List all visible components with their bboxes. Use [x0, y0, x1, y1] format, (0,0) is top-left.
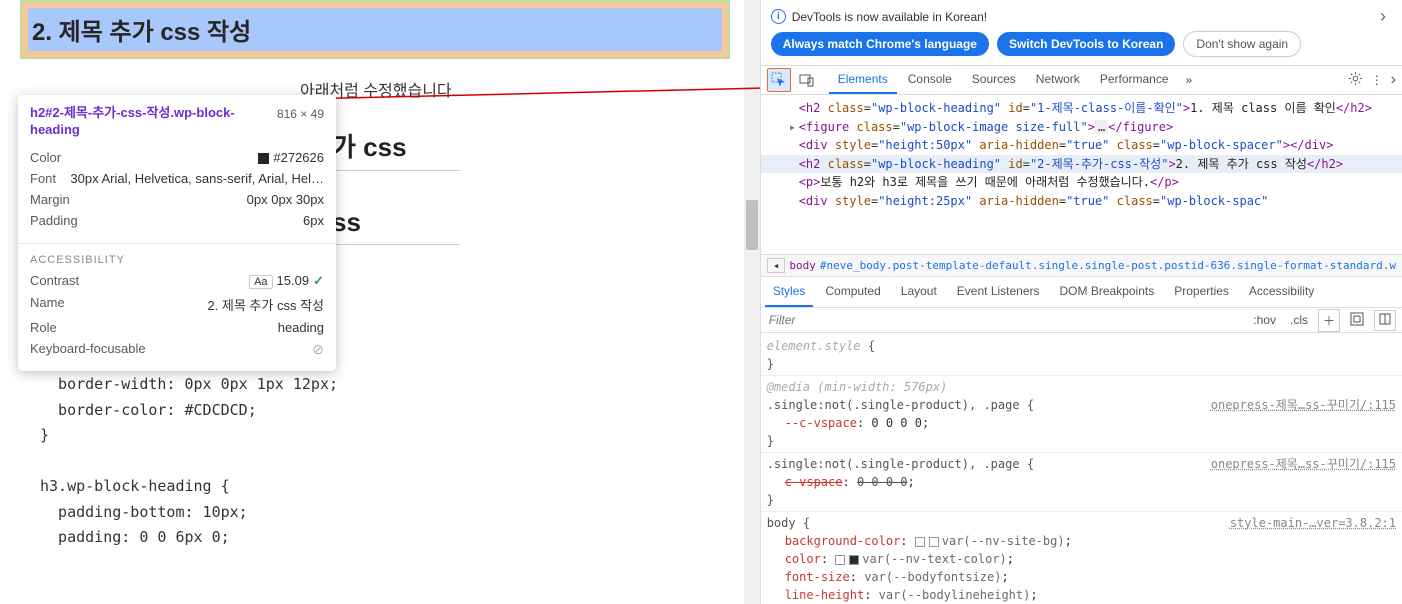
more-tabs-icon[interactable]: » — [1182, 67, 1197, 93]
css-declaration[interactable]: line-height: var(--bodylineheight); — [767, 586, 1396, 604]
toggle-computed-icon[interactable] — [1346, 310, 1368, 331]
styles-tab-styles[interactable]: Styles — [765, 277, 814, 307]
scrollbar-thumb[interactable] — [746, 200, 758, 250]
css-declaration[interactable]: font-size: var(--bodyfontsize); — [767, 568, 1396, 586]
source-link[interactable]: onepress-제목…ss-꾸미기/:115 — [1211, 396, 1396, 414]
settings-gear-icon[interactable] — [1348, 71, 1363, 89]
dom-breadcrumb[interactable]: ◂ body #neve_body.post-template-default.s… — [761, 255, 1402, 277]
css-rule[interactable]: .single:not(.single-product), .page { on… — [761, 453, 1402, 512]
css-declaration[interactable]: --c-vspace: 0 0 0 0; — [767, 414, 1396, 432]
styles-tab-accessibility[interactable]: Accessibility — [1241, 277, 1322, 307]
webpage-viewport: 2. 제목 추가 css 작성 아래처럼 수정했습니다. 가 css ss h2… — [0, 0, 761, 604]
styles-filter-input[interactable] — [761, 308, 1244, 332]
element-inspector-tooltip: h2#2-제목-추가-css-작성.wp-block-heading 816 ×… — [18, 95, 336, 371]
new-style-rule-icon[interactable]: ＋ — [1318, 309, 1340, 332]
tooltip-acc-row: Roleheading — [30, 317, 324, 338]
dom-node[interactable]: <div style="height:25px" aria-hidden="tr… — [761, 192, 1402, 211]
styles-tab-properties[interactable]: Properties — [1166, 277, 1237, 307]
dom-node[interactable]: <div style="height:50px" aria-hidden="tr… — [761, 136, 1402, 155]
styles-tab-event-listeners[interactable]: Event Listeners — [949, 277, 1048, 307]
tooltip-accessibility-label: ACCESSIBILITY — [18, 248, 336, 266]
styles-subtabs: StylesComputedLayoutEvent ListenersDOM B… — [761, 277, 1402, 308]
source-link[interactable]: style-main-…ver=3.8.2:1 — [1230, 514, 1396, 532]
info-icon: i — [771, 9, 786, 24]
dom-node[interactable]: <p>보통 h2와 h3로 제목을 쓰기 때문에 아래처럼 수정했습니다.</p… — [761, 173, 1402, 192]
tooltip-row: Color#272626 — [30, 147, 324, 168]
styles-rules-pane[interactable]: element.style { } @media (min-width: 576… — [761, 333, 1402, 604]
tooltip-row: Padding6px — [30, 210, 324, 231]
styles-tab-computed[interactable]: Computed — [817, 277, 888, 307]
banner-close-icon[interactable]: › — [1374, 6, 1392, 27]
css-rule[interactable]: @media (min-width: 576px) .single:not(.s… — [761, 376, 1402, 453]
inspected-element-highlight: 2. 제목 추가 css 작성 — [20, 0, 730, 59]
dom-node[interactable]: <h2 class="wp-block-heading" id="1-제목-cl… — [761, 99, 1402, 118]
devtools-tab-performance[interactable]: Performance — [1091, 66, 1178, 94]
tooltip-acc-row: Name2. 제목 추가 css 작성 — [30, 292, 324, 317]
tooltip-acc-row: ContrastAa15.09✓ — [30, 270, 324, 292]
dom-tree[interactable]: <h2 class="wp-block-heading" id="1-제목-cl… — [761, 95, 1402, 255]
tooltip-row: Margin0px 0px 30px — [30, 189, 324, 210]
switch-to-korean-button[interactable]: Switch DevTools to Korean — [997, 32, 1175, 56]
styles-tab-layout[interactable]: Layout — [893, 277, 945, 307]
css-declaration[interactable]: color: var(--nv-text-color); — [767, 550, 1396, 568]
dom-node[interactable]: <h2 class="wp-block-heading" id="2-제목-추가… — [761, 155, 1402, 174]
breadcrumb-rest[interactable]: #neve_body.post-template-default.single.… — [820, 259, 1396, 272]
inspect-element-icon[interactable] — [767, 68, 791, 92]
close-devtools-icon[interactable]: › — [1391, 71, 1396, 89]
element-style-rule[interactable]: element.style { } — [761, 335, 1402, 376]
dom-node[interactable]: ▸<figure class="wp-block-image size-full… — [761, 118, 1402, 137]
kebab-menu-icon[interactable]: ⋮ — [1371, 73, 1383, 87]
tooltip-acc-row: Keyboard-focusable⊘ — [30, 338, 324, 361]
cls-toggle[interactable]: .cls — [1286, 311, 1312, 329]
css-rule[interactable]: body { style-main-…ver=3.8.2:1 backgroun… — [761, 512, 1402, 604]
breadcrumb-back-icon[interactable]: ◂ — [767, 258, 786, 273]
banner-text: DevTools is now available in Korean! — [792, 10, 987, 24]
hov-toggle[interactable]: :hov — [1249, 311, 1280, 329]
devtools-tab-console[interactable]: Console — [899, 66, 961, 94]
styles-filter-row: :hov .cls ＋ — [761, 308, 1402, 333]
css-declaration[interactable]: background-color: var(--nv-site-bg); — [767, 532, 1396, 550]
device-toolbar-icon[interactable] — [795, 68, 819, 92]
tooltip-selector: h2#2-제목-추가-css-작성.wp-block-heading — [30, 105, 260, 139]
source-link[interactable]: onepress-제목…ss-꾸미기/:115 — [1211, 455, 1396, 473]
always-match-language-button[interactable]: Always match Chrome's language — [771, 32, 989, 56]
tooltip-dimensions: 816 × 49 — [277, 107, 324, 121]
devtools-locale-banner: i DevTools is now available in Korean! › — [761, 0, 1402, 31]
devtools-tab-sources[interactable]: Sources — [963, 66, 1025, 94]
breadcrumb-body[interactable]: body — [789, 259, 816, 272]
dont-show-again-button[interactable]: Don't show again — [1183, 31, 1301, 57]
toggle-rendering-icon[interactable] — [1374, 310, 1396, 331]
devtools-tab-elements[interactable]: Elements — [829, 66, 897, 94]
devtools-toolbar: ElementsConsoleSourcesNetworkPerformance… — [761, 65, 1402, 95]
tooltip-row: Font30px Arial, Helvetica, sans-serif, A… — [30, 168, 324, 189]
heading-highlighted: 2. 제목 추가 css 작성 — [28, 8, 722, 51]
styles-tab-dom-breakpoints[interactable]: DOM Breakpoints — [1052, 277, 1163, 307]
devtools-panel: i DevTools is now available in Korean! ›… — [761, 0, 1402, 604]
devtools-tab-network[interactable]: Network — [1027, 66, 1089, 94]
